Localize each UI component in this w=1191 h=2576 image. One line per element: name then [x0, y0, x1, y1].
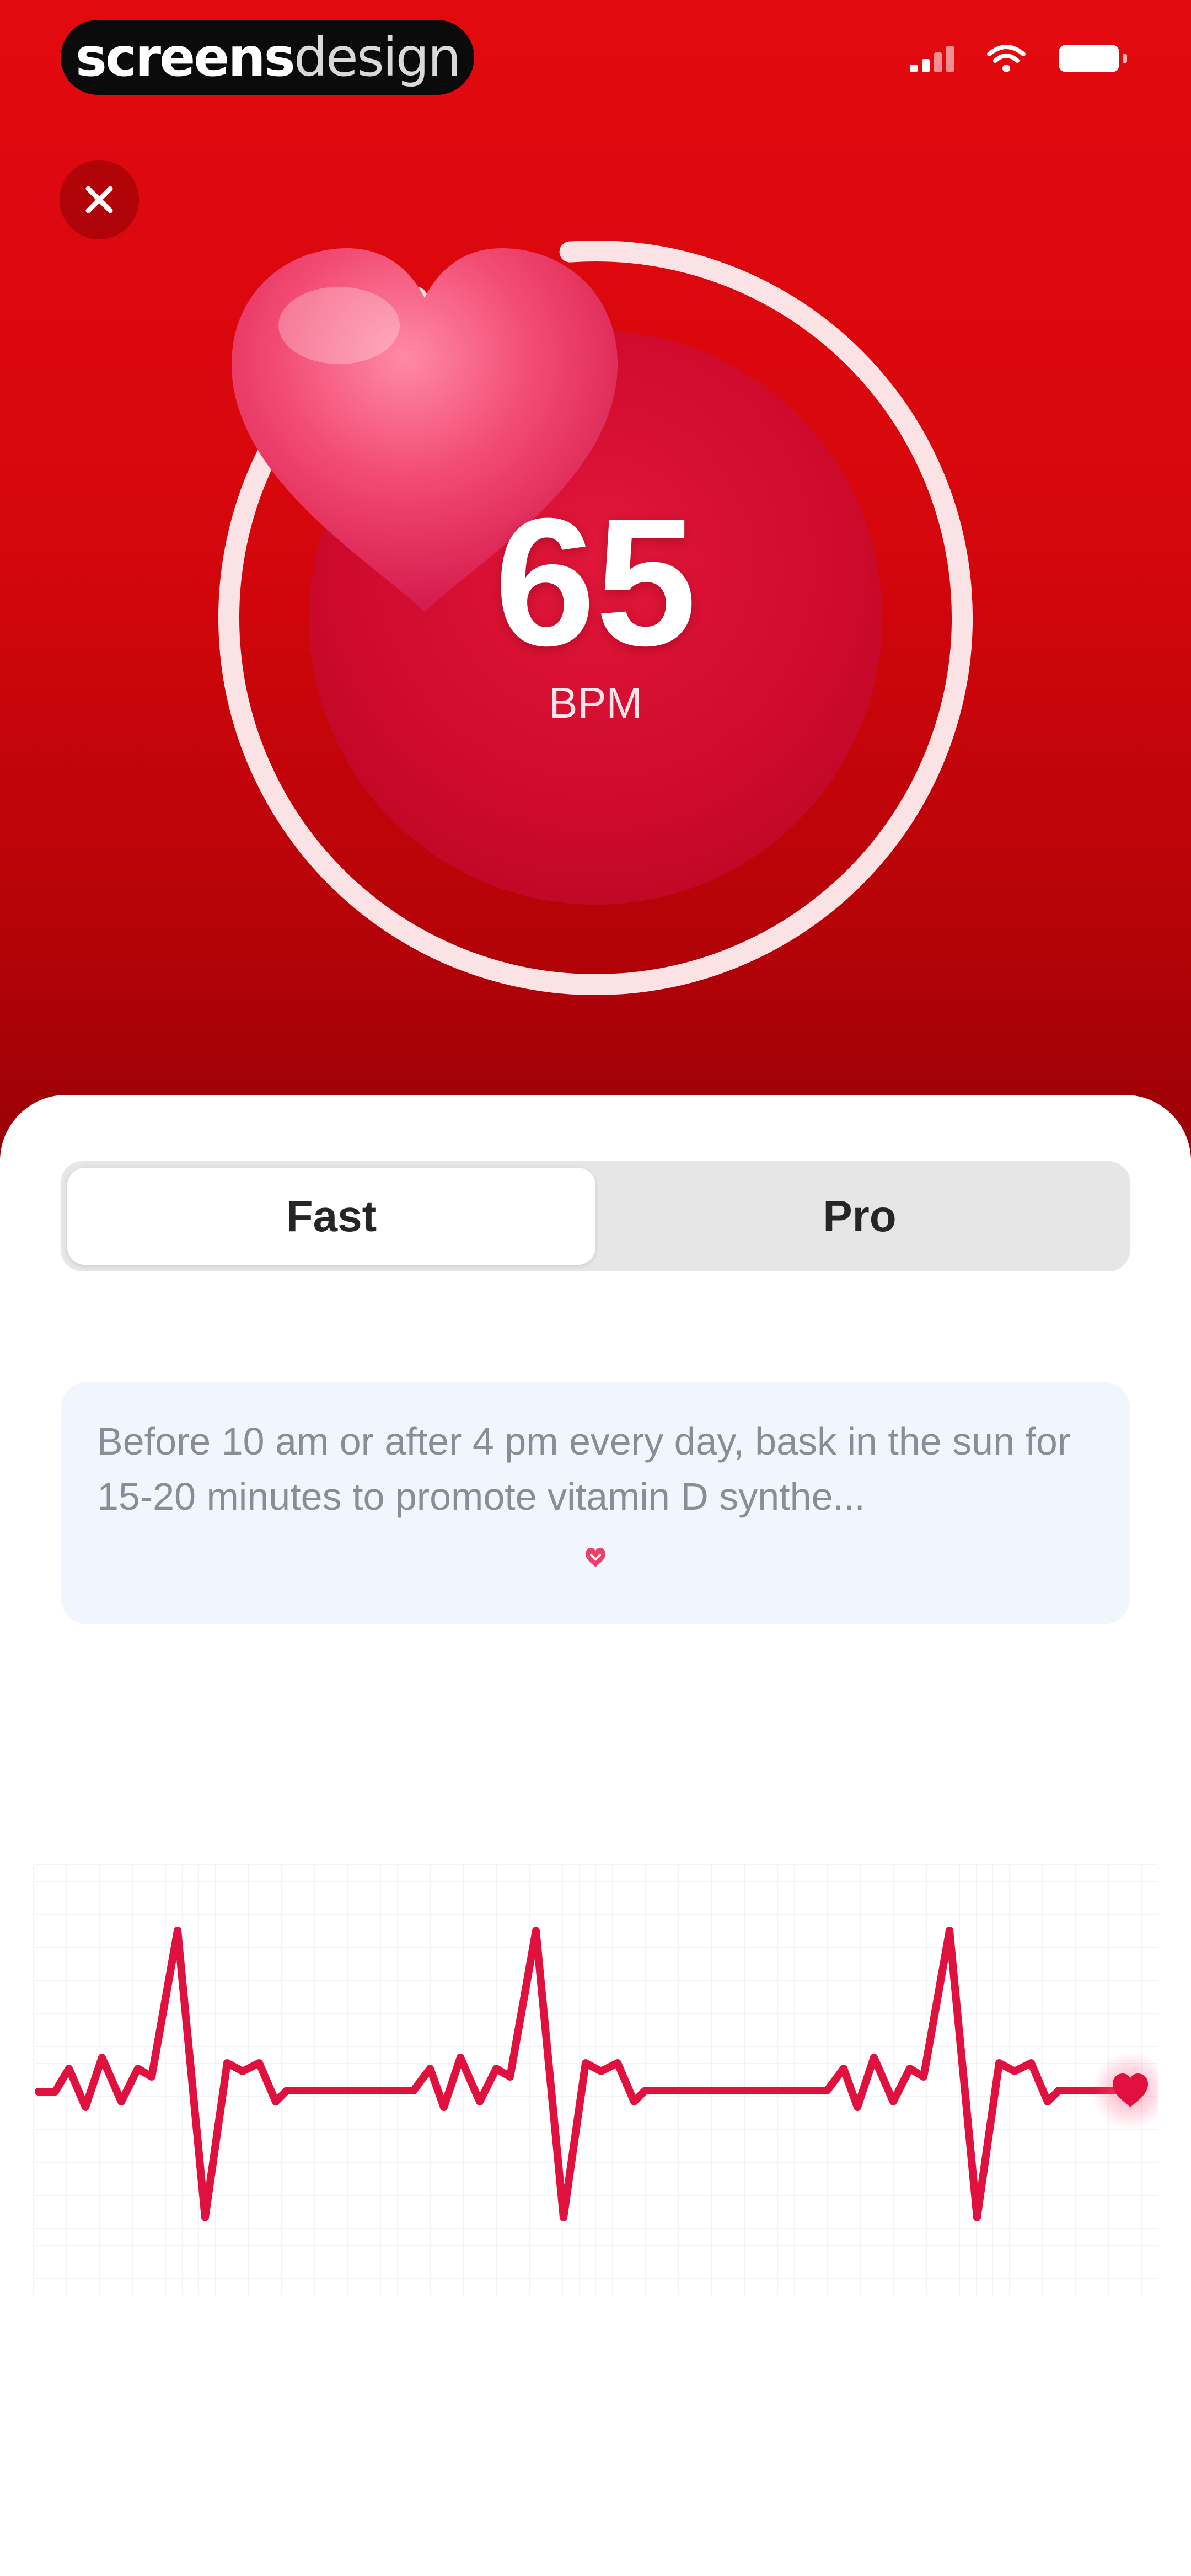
tip-card[interactable]: Before 10 am or after 4 pm every day, ba…	[61, 1382, 1130, 1624]
bpm-unit: BPM	[549, 678, 642, 727]
ecg-grid	[33, 1864, 1158, 2295]
tip-text: Before 10 am or after 4 pm every day, ba…	[97, 1420, 1071, 1518]
close-button[interactable]	[60, 160, 139, 239]
brand-logo-light: design	[293, 26, 461, 88]
ecg-waveform	[33, 1864, 1158, 2295]
bottom-sheet	[0, 1095, 1191, 2576]
status-icons	[910, 44, 1127, 73]
brand-logo: screens design	[61, 20, 474, 95]
measurement-header: screens design 65 BPM	[0, 0, 1191, 1158]
brand-logo-bold: screens	[75, 26, 296, 88]
mode-toggle: Fast Pro	[61, 1161, 1130, 1271]
mode-option-pro[interactable]: Pro	[596, 1168, 1124, 1265]
mode-option-fast[interactable]: Fast	[67, 1168, 596, 1265]
close-icon	[85, 186, 113, 213]
heart-rate-screen: screens design 65 BPM Fast Pro Before 10…	[0, 0, 1191, 2576]
ecg-chart	[33, 1864, 1158, 2295]
bpm-value: 65	[494, 480, 697, 683]
battery-icon	[1059, 45, 1127, 72]
wifi-icon	[987, 45, 1026, 72]
heart-chevron-icon[interactable]	[579, 1542, 612, 1575]
heart-rate-meter: 65 BPM	[210, 232, 981, 1004]
signal-icon	[910, 45, 954, 72]
